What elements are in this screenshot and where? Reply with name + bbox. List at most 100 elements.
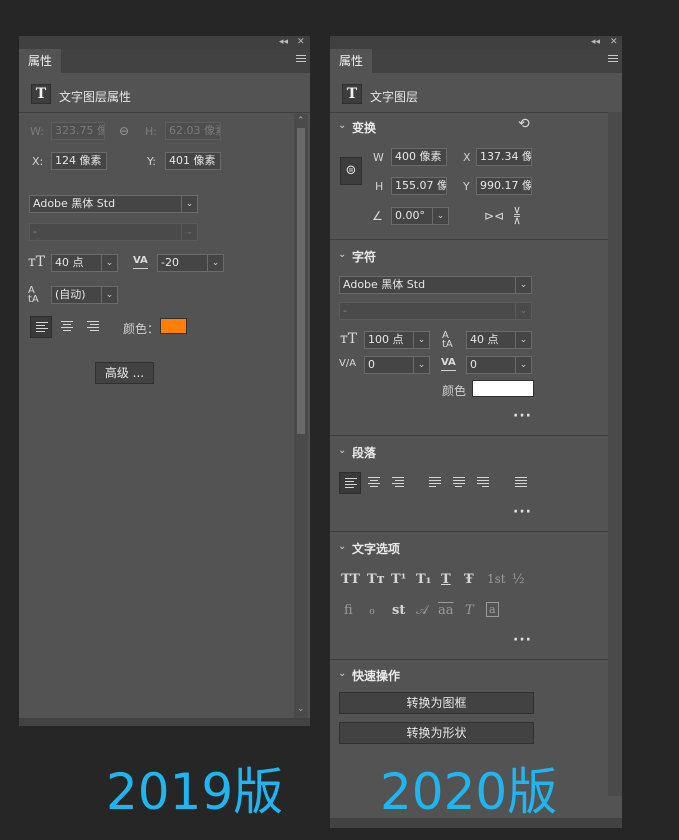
quick-actions-heading[interactable]: 快速操作 <box>352 667 400 684</box>
color-swatch[interactable] <box>160 318 187 334</box>
all-caps-icon[interactable]: TT <box>341 572 360 587</box>
small-caps-icon[interactable]: Tт <box>367 572 385 587</box>
paragraph-divider <box>330 531 608 532</box>
text-options-heading[interactable]: 文字选项 <box>352 540 400 557</box>
ordinals-icon[interactable]: 1st <box>487 572 506 586</box>
chevron-down-icon[interactable]: ⌄ <box>338 120 346 131</box>
height-field[interactable]: 62.03 像素 <box>165 122 221 140</box>
y-field[interactable]: 401 像素 <box>165 152 221 170</box>
convert-to-frame-button[interactable]: 转换为图框 <box>339 692 534 714</box>
align-center-button[interactable] <box>56 316 78 338</box>
panel-topbar[interactable]: ◂◂ ✕ <box>330 36 622 49</box>
chevron-down-icon: ⌄ <box>515 277 531 293</box>
justify-last-center-button[interactable] <box>448 472 470 494</box>
chevron-down-icon[interactable]: ⌄ <box>338 541 346 552</box>
x-field[interactable]: 137.34 像素 <box>476 148 532 166</box>
more-options-icon[interactable]: ··· <box>513 408 532 424</box>
y-label: Y: <box>147 155 156 168</box>
angle-select[interactable]: 0.00° ⌄ <box>391 207 449 225</box>
align-left-button[interactable] <box>30 316 52 338</box>
close-icon[interactable]: ✕ <box>610 36 618 49</box>
angle-icon: ∠ <box>372 209 383 223</box>
font-style-select[interactable]: - ⌄ <box>339 302 532 320</box>
tab-properties[interactable]: 属性 <box>330 49 373 73</box>
reset-icon[interactable]: ⟲ <box>518 117 530 131</box>
link-dimensions-button[interactable]: ⊜ <box>340 157 362 185</box>
font-size-select[interactable]: 100 点 ⌄ <box>364 331 430 349</box>
chevron-down-icon: ⌄ <box>207 255 223 271</box>
chevron-down-icon[interactable]: ⌄ <box>338 668 346 679</box>
align-right-button[interactable] <box>82 316 104 338</box>
chevron-down-icon[interactable]: ⌄ <box>338 249 346 260</box>
title-divider <box>330 112 608 113</box>
convert-to-shape-button[interactable]: 转换为形状 <box>339 722 534 744</box>
leading-icon: AtA <box>28 285 39 305</box>
underline-icon[interactable]: T <box>441 572 451 587</box>
align-left-button[interactable] <box>339 472 361 494</box>
panel-topbar[interactable]: ◂◂ ✕ <box>19 36 310 49</box>
collapse-icon[interactable]: ◂◂ <box>279 36 288 49</box>
text-layer-icon: T <box>342 84 362 104</box>
properties-panel-2019: ◂◂ ✕ 属性 T 文字图层属性 W: 323.75 像素 ⊖ H: 62.03… <box>19 36 310 726</box>
width-field[interactable]: 400 像素 <box>391 148 447 166</box>
chevron-down-icon[interactable]: ⌄ <box>338 445 346 456</box>
panel-tabrow: 属性 <box>19 49 310 73</box>
flip-horizontal-icon[interactable]: ⊳⊲ <box>484 209 504 223</box>
width-field[interactable]: 323.75 像素 <box>51 122 105 140</box>
scrollbar[interactable] <box>608 112 622 796</box>
x-field[interactable]: 124 像素 <box>51 152 107 170</box>
scrollbar[interactable]: ⌃ ⌄ <box>294 114 308 720</box>
y-field[interactable]: 990.17 像素 <box>476 177 532 195</box>
panel-menu-icon[interactable] <box>296 55 306 64</box>
text-layer-icon: T <box>31 84 51 104</box>
align-center-button[interactable] <box>363 472 385 494</box>
ornaments-icon[interactable]: a <box>486 602 499 617</box>
panel-menu-icon[interactable] <box>608 55 618 64</box>
link-icon[interactable]: ⊖ <box>119 124 129 138</box>
collapse-icon[interactable]: ◂◂ <box>591 36 600 49</box>
tab-properties[interactable]: 属性 <box>19 49 62 73</box>
align-right-button[interactable] <box>387 472 409 494</box>
scroll-up-icon[interactable]: ⌃ <box>297 116 305 126</box>
superscript-icon[interactable]: T¹ <box>391 572 406 587</box>
advanced-button[interactable]: 高级 ... <box>95 362 154 384</box>
more-options-icon[interactable]: ··· <box>513 632 532 648</box>
y-label: Y <box>463 180 470 193</box>
height-field[interactable]: 155.07 像素 <box>391 177 447 195</box>
paragraph-heading[interactable]: 段落 <box>352 444 376 461</box>
more-options-icon[interactable]: ··· <box>513 504 532 520</box>
flip-vertical-icon[interactable]: ⊻ ⊼ <box>513 206 521 226</box>
tracking-select[interactable]: -20 ⌄ <box>157 254 224 272</box>
justify-last-left-button[interactable] <box>424 472 446 494</box>
strikethrough-icon[interactable]: Ŧ <box>464 572 474 587</box>
fractions-icon[interactable]: ½ <box>512 572 525 587</box>
font-size-select[interactable]: 40 点 ⌄ <box>51 254 118 272</box>
transform-heading[interactable]: 变换 <box>352 119 376 136</box>
character-heading[interactable]: 字符 <box>352 248 376 265</box>
tracking-select[interactable]: 0 ⌄ <box>466 356 532 374</box>
leading-select[interactable]: (自动) ⌄ <box>51 286 118 304</box>
stylistic-alternates-icon[interactable]: aa <box>438 603 454 618</box>
x-label: X <box>463 151 471 164</box>
kerning-select[interactable]: 0 ⌄ <box>364 356 430 374</box>
titling-alternates-icon[interactable]: 𝑇 <box>465 603 474 618</box>
justify-last-right-button[interactable] <box>472 472 494 494</box>
discretionary-ligatures-icon[interactable]: ℴ <box>369 603 375 618</box>
scrollbar-thumb[interactable] <box>297 128 305 434</box>
ligatures-icon[interactable]: fi <box>344 603 353 618</box>
font-size-value: 100 点 <box>368 333 404 346</box>
subscript-icon[interactable]: T₁ <box>416 572 431 587</box>
leading-select[interactable]: 40 点 ⌄ <box>466 331 532 349</box>
color-swatch[interactable] <box>472 380 534 397</box>
font-family-select[interactable]: Adobe 黑体 Std ⌄ <box>339 276 532 294</box>
scroll-down-icon[interactable]: ⌄ <box>297 704 305 714</box>
justify-all-button[interactable] <box>510 472 532 494</box>
close-icon[interactable]: ✕ <box>297 36 305 49</box>
chevron-down-icon: ⌄ <box>432 208 448 224</box>
resize-grip[interactable] <box>19 718 310 726</box>
font-style-select[interactable]: - ⌄ <box>29 223 198 241</box>
caption-2020: 2020版 <box>380 763 558 821</box>
swash-icon[interactable]: 𝒜 <box>416 603 428 618</box>
stylistic-ligature-icon[interactable]: st <box>392 603 405 618</box>
font-family-select[interactable]: Adobe 黑体 Std ⌄ <box>29 195 198 213</box>
